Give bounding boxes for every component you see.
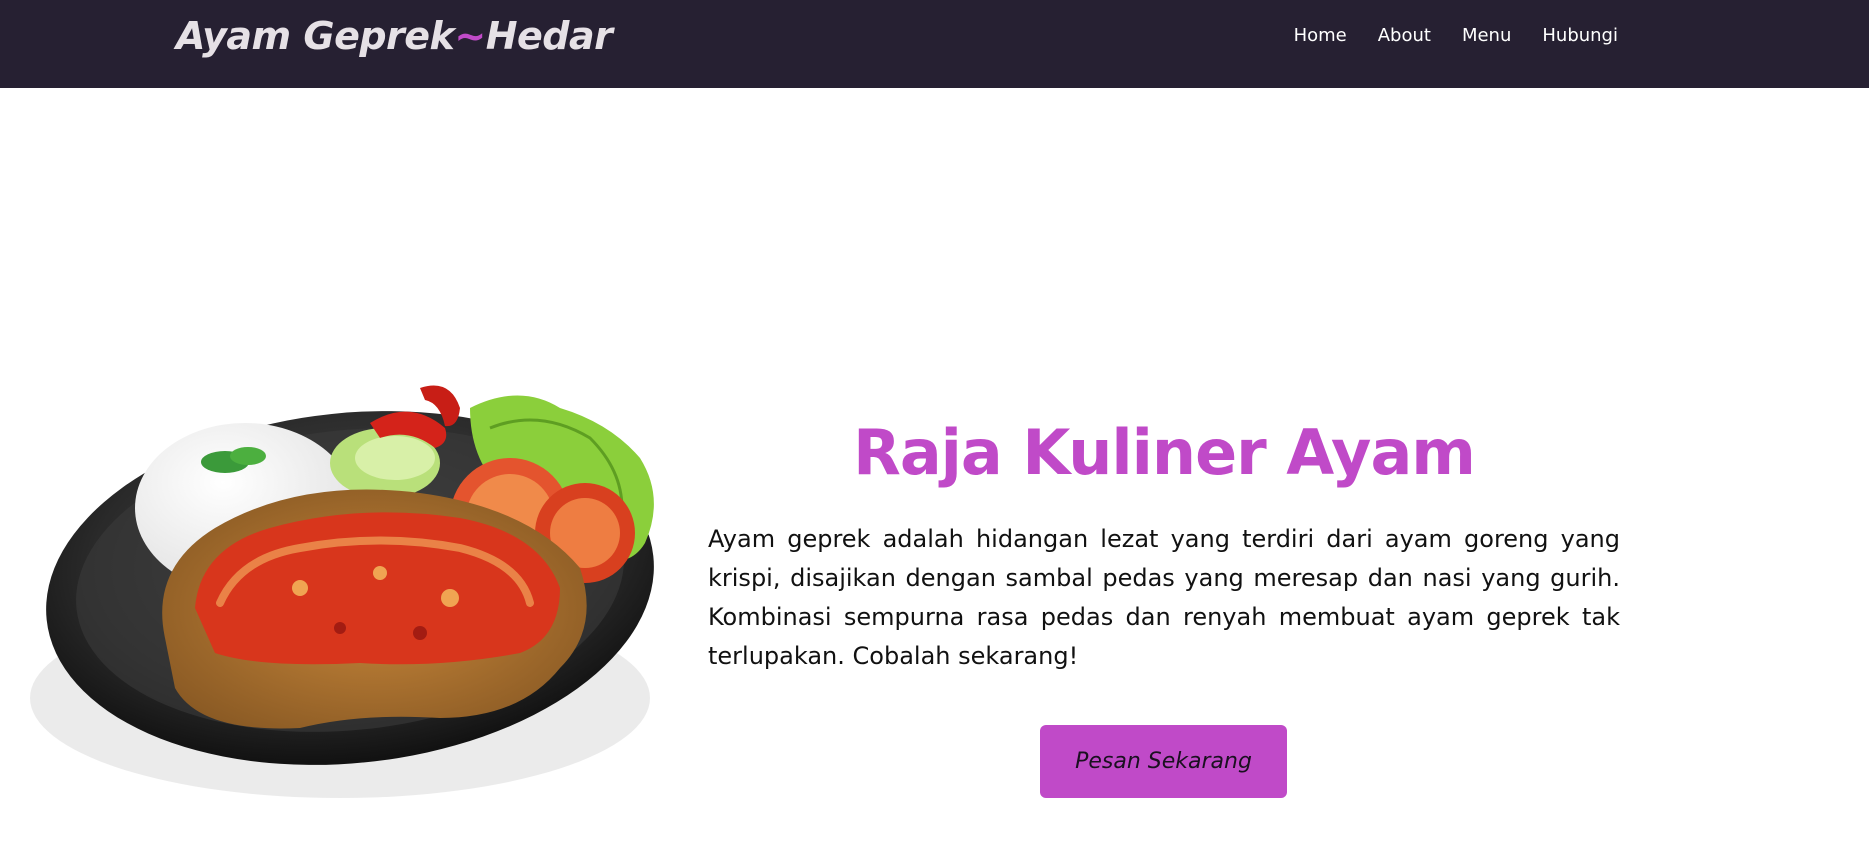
- hero-title: Raja Kuliner Ayam: [853, 416, 1476, 489]
- nav-link-about[interactable]: About: [1378, 24, 1431, 48]
- hero-description: Ayam geprek adalah hidangan lezat yang t…: [708, 525, 1620, 670]
- brand-name-part2: Hedar: [485, 14, 613, 58]
- order-now-button[interactable]: Pesan Sekarang: [1040, 725, 1287, 798]
- hero-section: Raja Kuliner Ayam Ayam geprek adalah hid…: [708, 410, 1620, 676]
- brand-logo[interactable]: Ayam Geprek~Hedar: [176, 14, 613, 58]
- brand-name-part1: Ayam Geprek: [176, 14, 455, 58]
- ayam-geprek-dish-image: [30, 385, 654, 798]
- nav-link-hubungi[interactable]: Hubungi: [1542, 24, 1618, 48]
- nav-link-home[interactable]: Home: [1294, 24, 1347, 48]
- nav-link-menu[interactable]: Menu: [1462, 24, 1511, 48]
- brand-separator: ~: [454, 14, 486, 58]
- navbar: Ayam Geprek~Hedar Home About Menu Hubung…: [0, 0, 1869, 88]
- nav-menu: Home About Menu Hubungi: [1294, 24, 1618, 48]
